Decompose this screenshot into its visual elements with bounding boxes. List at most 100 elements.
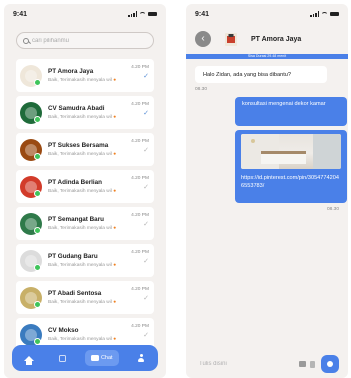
message-input-bar (195, 355, 339, 373)
company-avatar (20, 249, 42, 272)
back-button[interactable]: ‹ (195, 31, 211, 47)
battery-icon (330, 11, 339, 17)
outgoing-message: konsultasi mengenai dekor kamar (235, 97, 347, 126)
online-indicator (34, 300, 41, 308)
chat-list-item[interactable]: PT Amora Jaya Baik, Terimakasih menyala w… (16, 59, 154, 92)
chat-list-item[interactable]: PT Sukses Bersama Baik, Terimakasih menya… (16, 133, 154, 166)
status-icons (128, 11, 157, 17)
chat-time: 4.20 PM (131, 176, 149, 181)
chevron-left-icon: ‹ (201, 33, 205, 44)
signal-icon (128, 11, 137, 17)
outgoing-time: 08.30 (326, 207, 339, 212)
chat-time: 4.20 PM (131, 250, 149, 255)
fire-icon: ● (113, 300, 117, 305)
online-indicator (34, 189, 41, 197)
incoming-time: 08.30 (195, 87, 208, 92)
status-bar: 9:41 (186, 4, 348, 24)
chat-preview-text: Baik, Terimakasih menyala wil (48, 337, 112, 342)
status-bar: 9:41 (4, 4, 166, 24)
online-indicator (34, 263, 41, 271)
battery-icon (148, 11, 157, 17)
chat-list-item[interactable]: CV Samudra Abadi Baik, Terimakasih menyal… (16, 96, 154, 129)
search-icon (23, 37, 29, 44)
company-avatar (20, 101, 42, 124)
company-avatar (20, 286, 42, 309)
chat-list-item[interactable]: PT Adinda Berlian Baik, Terimakasih menya… (16, 170, 154, 203)
company-avatar (20, 64, 42, 87)
company-avatar (20, 138, 42, 161)
status-time: 9:41 (13, 10, 28, 18)
chat-preview-text: Baik, Terimakasih menyala wil (48, 115, 112, 120)
fire-icon: ● (113, 78, 117, 83)
chat-time: 4.20 PM (131, 213, 149, 218)
link-message[interactable]: https://id.pinterest.com/pin/30547742046… (235, 130, 347, 203)
check-icon: ✓ (143, 221, 149, 228)
wifi-icon (139, 11, 146, 17)
chat-header: ‹ PT Amora Jaya (186, 24, 348, 54)
send-button[interactable] (321, 355, 339, 373)
fire-icon: ● (113, 226, 117, 231)
search-bar[interactable] (16, 32, 154, 49)
online-indicator (34, 226, 41, 234)
company-avatar (20, 175, 42, 198)
chat-preview-text: Baik, Terimakasih menyala wil (48, 263, 112, 268)
status-time: 9:41 (195, 10, 210, 18)
amora-logo-icon (225, 33, 237, 46)
chat-preview-text: Baik, Terimakasih menyala wil (48, 78, 112, 83)
chat-preview-text: Baik, Terimakasih menyala wil (48, 300, 112, 305)
nav-profile[interactable] (130, 350, 152, 366)
fire-icon: ● (113, 189, 117, 194)
chat-preview-text: Baik, Terimakasih menyala wil (48, 152, 112, 157)
chat-preview-text: Baik, Terimakasih menyala wil (48, 226, 112, 231)
send-icon (327, 361, 333, 367)
check-icon: ✓ (143, 332, 149, 339)
session-timer: Sisa Durasi 29.48 menit (186, 54, 348, 59)
lamp-icon (251, 139, 255, 143)
chat-time: 4.20 PM (131, 287, 149, 292)
company-avatar (20, 212, 42, 235)
wifi-icon (321, 11, 328, 17)
attach-file-icon[interactable] (310, 360, 315, 368)
search-input[interactable] (32, 37, 142, 44)
online-indicator (34, 337, 41, 345)
signal-icon (310, 11, 319, 17)
chat-list-item[interactable]: PT Gudang Baru Baik, Terimakasih menyala … (16, 244, 154, 277)
nav-chat-label: Chat (100, 355, 113, 361)
check-icon: ✓ (143, 295, 149, 302)
status-icons (310, 11, 339, 17)
chat-time: 4.20 PM (131, 102, 149, 107)
fire-icon: ● (113, 152, 117, 157)
link-preview-image[interactable] (241, 134, 341, 169)
chat-screen: 9:41 ‹ PT Amora Jaya Sisa Durasi 29.48 m… (186, 4, 348, 378)
contact-name: PT Amora Jaya (251, 35, 302, 43)
nav-home[interactable] (18, 350, 40, 366)
contact-avatar (223, 31, 239, 47)
chat-list-item[interactable]: PT Abadi Sentosa Baik, Terimakasih menyal… (16, 281, 154, 314)
message-input[interactable] (195, 355, 299, 373)
online-indicator (34, 115, 41, 123)
link-url[interactable]: https://id.pinterest.com/pin/30547742046… (241, 174, 341, 190)
fire-icon: ● (113, 115, 117, 120)
chat-time: 4.20 PM (131, 65, 149, 70)
chat-time: 4.20 PM (131, 324, 149, 329)
company-avatar (20, 323, 42, 346)
chat-preview-text: Baik, Terimakasih menyala wil (48, 189, 112, 194)
chat-list-item[interactable]: PT Semangat Baru Baik, Terimakasih menyal… (16, 207, 154, 240)
chat-list-screen: 9:41 PT Amora JayaBaik, Terimakasih meny… (4, 4, 166, 378)
grid-icon (58, 354, 66, 362)
chat-list: PT Amora Jaya Baik, Terimakasih menyala w… (16, 59, 154, 355)
bed-icon (261, 151, 306, 164)
check-icon: ✓ (143, 73, 149, 80)
image-icon[interactable] (299, 361, 306, 367)
check-icon: ✓ (143, 258, 149, 265)
check-icon: ✓ (143, 184, 149, 191)
home-icon (23, 355, 34, 365)
nav-catalog[interactable] (51, 350, 73, 366)
check-icon: ✓ (143, 147, 149, 154)
fire-icon: ● (113, 263, 117, 268)
fire-icon: ● (113, 337, 117, 342)
bottom-nav: Chat (12, 345, 158, 371)
chat-time: 4.20 PM (131, 139, 149, 144)
nav-chat[interactable]: Chat (84, 350, 119, 366)
check-icon: ✓ (143, 110, 149, 117)
